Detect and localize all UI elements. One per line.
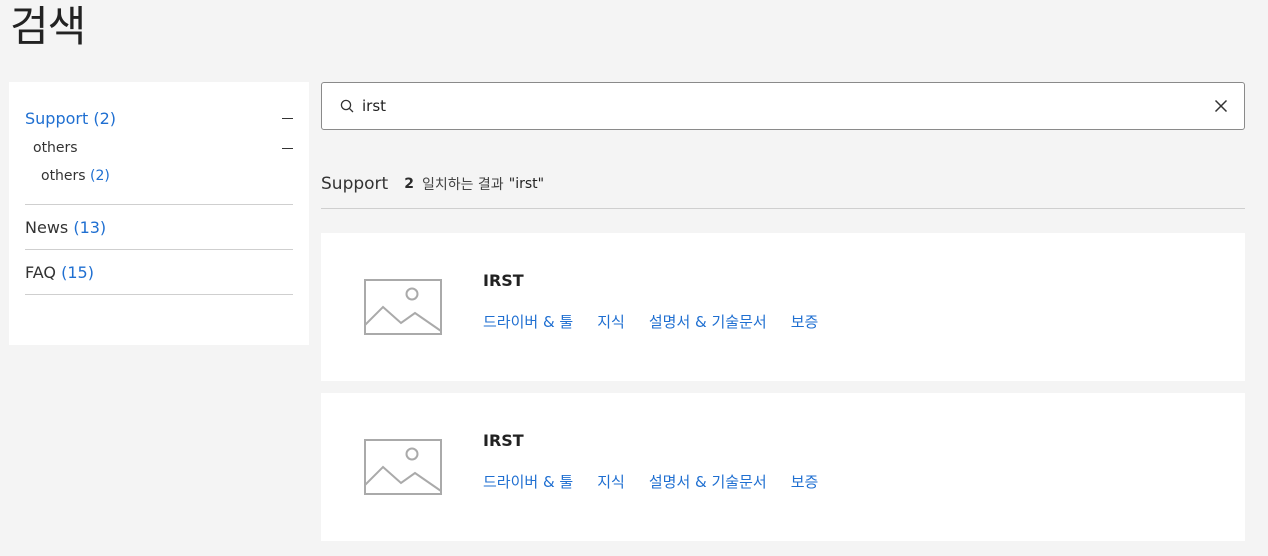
image-placeholder-icon bbox=[364, 279, 442, 335]
filter-faq-label: FAQ bbox=[25, 262, 56, 282]
result-card[interactable]: IRST 드라이버 & 툴 지식 설명서 & 기술문서 보증 bbox=[321, 393, 1245, 541]
results-section-label: Support bbox=[321, 174, 389, 194]
filter-others-sub-label: others bbox=[41, 168, 86, 184]
link-drivers-tools[interactable]: 드라이버 & 툴 bbox=[483, 471, 573, 492]
filter-faq-count: (15) bbox=[61, 262, 94, 282]
close-icon[interactable] bbox=[1214, 99, 1228, 113]
result-card[interactable]: IRST 드라이버 & 툴 지식 설명서 & 기술문서 보증 bbox=[321, 233, 1245, 381]
filter-others-sub[interactable]: others (2) bbox=[25, 168, 293, 188]
filter-others-sub-count: (2) bbox=[90, 168, 110, 184]
link-knowledge[interactable]: 지식 bbox=[597, 311, 625, 332]
link-manuals-docs[interactable]: 설명서 & 기술문서 bbox=[649, 471, 767, 492]
result-links: 드라이버 & 툴 지식 설명서 & 기술문서 보증 bbox=[483, 311, 818, 332]
filter-news-label: News bbox=[25, 217, 69, 237]
search-box[interactable] bbox=[321, 82, 1245, 130]
image-placeholder-icon bbox=[364, 439, 442, 495]
filter-support-label[interactable]: Support (2) bbox=[25, 109, 116, 128]
filter-news-count: (13) bbox=[73, 217, 107, 237]
filter-others-label: others bbox=[33, 140, 78, 156]
results-header: Support 2 일치하는 결과 "irst" bbox=[321, 160, 1245, 209]
filter-sidebar: Support (2) others others (2) News (13) … bbox=[9, 82, 309, 345]
result-title[interactable]: IRST bbox=[483, 431, 524, 450]
result-title[interactable]: IRST bbox=[483, 271, 524, 290]
filter-faq[interactable]: FAQ (15) bbox=[25, 250, 293, 295]
results-text: 일치하는 결과 bbox=[421, 177, 504, 193]
search-input[interactable] bbox=[362, 83, 1214, 129]
page-title: 검색 bbox=[10, 2, 86, 51]
search-icon bbox=[340, 99, 354, 113]
link-warranty[interactable]: 보증 bbox=[791, 471, 819, 492]
results-count: 2 bbox=[404, 176, 414, 192]
filter-support-text: Support bbox=[25, 108, 89, 128]
filter-others[interactable]: others bbox=[25, 138, 293, 158]
link-drivers-tools[interactable]: 드라이버 & 툴 bbox=[483, 311, 573, 332]
collapse-others-icon[interactable] bbox=[282, 147, 293, 149]
filter-news[interactable]: News (13) bbox=[25, 205, 293, 250]
link-warranty[interactable]: 보증 bbox=[791, 311, 819, 332]
filter-support-count: (2) bbox=[93, 108, 117, 128]
link-knowledge[interactable]: 지식 bbox=[597, 471, 625, 492]
link-manuals-docs[interactable]: 설명서 & 기술문서 bbox=[649, 311, 767, 332]
result-links: 드라이버 & 툴 지식 설명서 & 기술문서 보증 bbox=[483, 471, 818, 492]
collapse-support-icon[interactable] bbox=[282, 117, 293, 119]
results-query: "irst" bbox=[508, 176, 545, 192]
